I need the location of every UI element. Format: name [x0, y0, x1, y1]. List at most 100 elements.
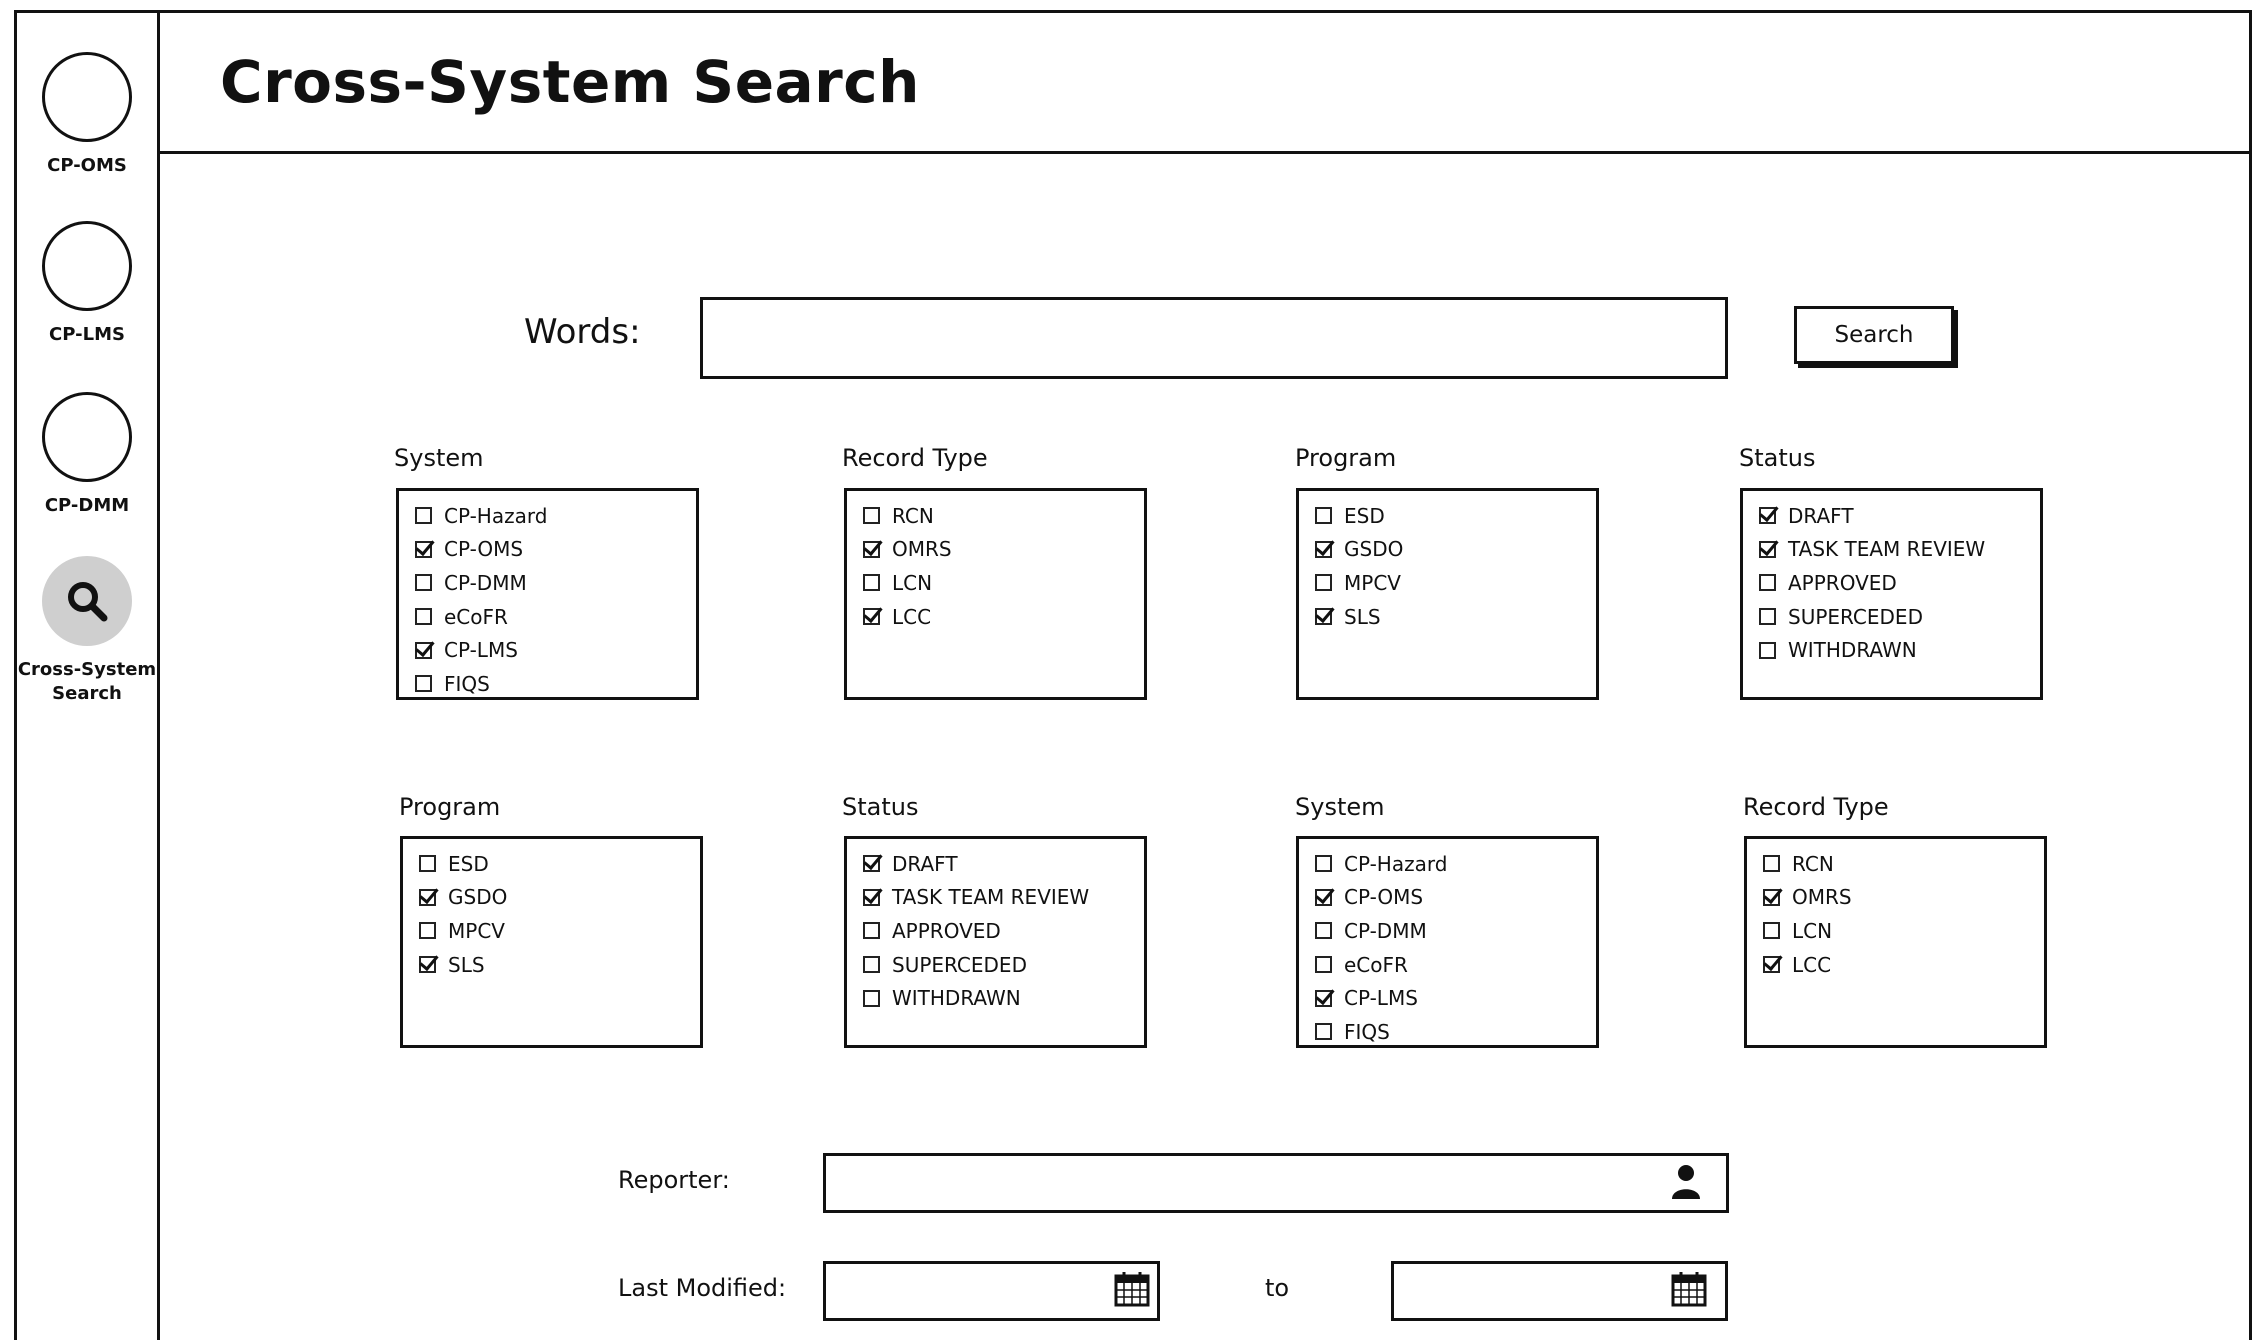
filter-option[interactable]: SUPERCEDED: [847, 948, 1144, 982]
checkbox-checked[interactable]: [1315, 540, 1332, 558]
checkbox-unchecked[interactable]: [863, 922, 880, 940]
checkbox-checked[interactable]: [419, 956, 436, 974]
filter-option[interactable]: SUPERCEDED: [1743, 600, 2040, 634]
filter-option[interactable]: RCN: [847, 499, 1144, 533]
checkbox-checked[interactable]: [863, 855, 880, 873]
filter-option[interactable]: WITHDRAWN: [847, 981, 1144, 1015]
filter-option[interactable]: FIQS: [399, 667, 696, 701]
checkbox-checked[interactable]: [863, 608, 880, 626]
sidebar-item-cross-system-search[interactable]: Cross-System Search: [14, 556, 160, 706]
checkbox-unchecked[interactable]: [863, 989, 880, 1007]
checkbox-unchecked[interactable]: [415, 507, 432, 525]
filter-option-label: CP-Hazard: [444, 503, 548, 528]
words-input[interactable]: [700, 297, 1728, 379]
filter-option-label: eCoFR: [1344, 952, 1408, 977]
checkbox-unchecked[interactable]: [1763, 922, 1780, 940]
filter-option[interactable]: CP-LMS: [399, 633, 696, 667]
checkbox-unchecked[interactable]: [1315, 574, 1332, 592]
checkbox-unchecked[interactable]: [415, 574, 432, 592]
filter-option[interactable]: CP-Hazard: [1299, 847, 1596, 881]
filter-option[interactable]: MPCV: [403, 914, 700, 948]
checkbox-unchecked[interactable]: [1763, 855, 1780, 873]
checkbox-checked[interactable]: [1315, 989, 1332, 1007]
filter-option[interactable]: CP-DMM: [1299, 914, 1596, 948]
filter-option[interactable]: CP-Hazard: [399, 499, 696, 533]
filter-option-label: RCN: [1792, 851, 1834, 876]
filter-option-label: GSDO: [1344, 537, 1404, 562]
user-icon[interactable]: [1671, 1164, 1701, 1204]
filter-option-label: CP-Hazard: [1344, 851, 1448, 876]
checkbox-checked[interactable]: [863, 540, 880, 558]
checkbox-unchecked[interactable]: [419, 922, 436, 940]
checkbox-checked[interactable]: [1759, 540, 1776, 558]
filter-option-label: CP-LMS: [444, 638, 518, 663]
filter-option[interactable]: MPCV: [1299, 566, 1596, 600]
filter-option[interactable]: eCoFR: [399, 600, 696, 634]
checkbox-unchecked[interactable]: [863, 574, 880, 592]
checkbox-checked[interactable]: [1315, 888, 1332, 906]
sidebar-item-cp-oms[interactable]: CP-OMS: [14, 52, 160, 178]
filter-option[interactable]: APPROVED: [1743, 566, 2040, 600]
filter-option[interactable]: LCN: [1747, 914, 2044, 948]
sidebar-item-label: CP-OMS: [47, 155, 127, 176]
search-button[interactable]: Search: [1794, 306, 1954, 364]
filter-list-status: DRAFT TASK TEAM REVIEW APPROVED SUPERCEDED W…: [1740, 488, 2043, 700]
reporter-input[interactable]: [823, 1153, 1729, 1213]
checkbox-checked[interactable]: [1763, 888, 1780, 906]
checkbox-checked[interactable]: [419, 888, 436, 906]
filter-option[interactable]: GSDO: [403, 881, 700, 915]
checkbox-checked[interactable]: [1315, 608, 1332, 626]
checkbox-unchecked[interactable]: [419, 855, 436, 873]
checkbox-checked[interactable]: [415, 540, 432, 558]
filter-option[interactable]: LCN: [847, 566, 1144, 600]
checkbox-unchecked[interactable]: [1315, 922, 1332, 940]
last-modified-from-input[interactable]: [823, 1261, 1160, 1321]
filter-option[interactable]: DRAFT: [1743, 499, 2040, 533]
filter-option[interactable]: CP-DMM: [399, 566, 696, 600]
filter-list-system: CP-Hazard CP-OMS CP-DMM eCoFR CP-LMS FIQS: [396, 488, 699, 700]
filter-option-label: APPROVED: [892, 918, 1001, 943]
checkbox-unchecked[interactable]: [1315, 507, 1332, 525]
filter-option[interactable]: DRAFT: [847, 847, 1144, 881]
calendar-icon[interactable]: [1114, 1271, 1150, 1311]
filter-option[interactable]: FIQS: [1299, 1015, 1596, 1049]
filter-option[interactable]: GSDO: [1299, 533, 1596, 567]
filter-option[interactable]: SLS: [403, 948, 700, 982]
checkbox-unchecked[interactable]: [863, 507, 880, 525]
checkbox-unchecked[interactable]: [1315, 956, 1332, 974]
filter-option[interactable]: TASK TEAM REVIEW: [1743, 533, 2040, 567]
filter-option[interactable]: TASK TEAM REVIEW: [847, 881, 1144, 915]
filter-option[interactable]: LCC: [847, 600, 1144, 634]
filter-option[interactable]: ESD: [1299, 499, 1596, 533]
sidebar-item-cp-lms[interactable]: CP-LMS: [14, 221, 160, 347]
filter-option[interactable]: RCN: [1747, 847, 2044, 881]
filter-option[interactable]: eCoFR: [1299, 948, 1596, 982]
checkbox-unchecked[interactable]: [415, 675, 432, 693]
checkbox-checked[interactable]: [415, 641, 432, 659]
filter-option[interactable]: OMRS: [847, 533, 1144, 567]
reporter-label: Reporter:: [618, 1166, 730, 1194]
calendar-icon[interactable]: [1671, 1271, 1707, 1311]
filter-option[interactable]: SLS: [1299, 600, 1596, 634]
sidebar-item-cp-dmm[interactable]: CP-DMM: [14, 392, 160, 518]
checkbox-unchecked[interactable]: [863, 956, 880, 974]
filter-option[interactable]: APPROVED: [847, 914, 1144, 948]
filter-option[interactable]: CP-LMS: [1299, 981, 1596, 1015]
checkbox-unchecked[interactable]: [1759, 574, 1776, 592]
checkbox-checked[interactable]: [863, 888, 880, 906]
checkbox-unchecked[interactable]: [415, 608, 432, 626]
checkbox-checked[interactable]: [1763, 956, 1780, 974]
filter-option[interactable]: CP-OMS: [399, 533, 696, 567]
checkbox-unchecked[interactable]: [1759, 641, 1776, 659]
filter-list-status: DRAFT TASK TEAM REVIEW APPROVED SUPERCEDED W…: [844, 836, 1147, 1048]
filter-option[interactable]: LCC: [1747, 948, 2044, 982]
checkbox-checked[interactable]: [1759, 507, 1776, 525]
checkbox-unchecked[interactable]: [1315, 1023, 1332, 1041]
filter-option[interactable]: CP-OMS: [1299, 881, 1596, 915]
filter-option[interactable]: ESD: [403, 847, 700, 881]
filter-option[interactable]: OMRS: [1747, 881, 2044, 915]
checkbox-unchecked[interactable]: [1759, 608, 1776, 626]
checkbox-unchecked[interactable]: [1315, 855, 1332, 873]
circle-icon: [42, 52, 132, 142]
filter-option[interactable]: WITHDRAWN: [1743, 633, 2040, 667]
